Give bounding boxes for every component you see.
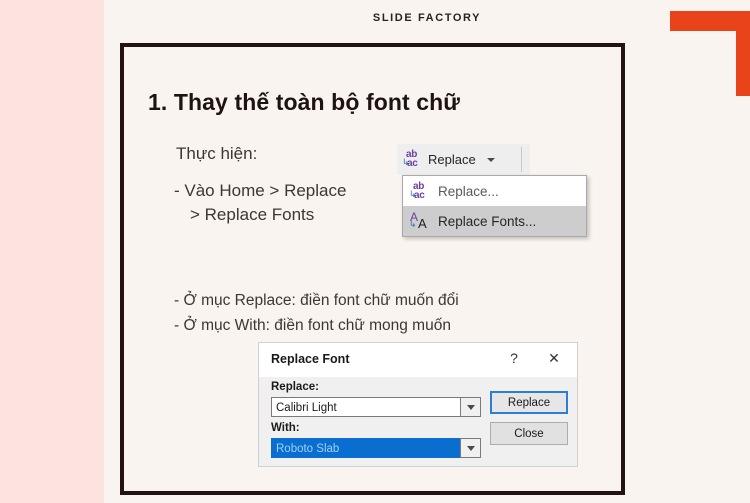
with-font-value[interactable]: Roboto Slab [271,438,460,458]
replace-abac-icon: ↳ ab ac [402,149,423,169]
menu-item-replace-fonts[interactable]: ↳ A A Replace Fonts... [403,206,586,236]
replace-font-combobox[interactable]: Calibri Light [271,397,481,417]
replace-fonts-aa-icon: ↳ A A [409,209,430,231]
replace-button-label: Replace [428,152,476,167]
dialog-title: Replace Font [271,352,350,366]
menu-item-replace[interactable]: ↳ ab ac Replace... [403,176,586,206]
replace-button[interactable]: ↳ ab ac Replace [397,144,516,175]
chevron-down-icon [466,404,475,410]
lead-text: Thực hiện: [176,144,258,163]
replace-font-dialog: Replace Font ? ✕ Replace: Calibri Light … [258,342,578,467]
slide-frame: 1. Thay thế toàn bộ font chữ Thực hiện: … [120,43,625,495]
chevron-down-icon[interactable] [486,157,495,162]
icon-ac-glyph: ac [407,158,418,169]
with-font-dropdown-arrow[interactable] [460,438,481,458]
help-icon[interactable]: ? [505,350,523,366]
step-item: - Vào Home > Replace [174,181,347,200]
note-item: - Ở mục Replace: điền font chữ muốn đổi [174,292,459,309]
menu-item-replace-label: Replace... [438,183,499,199]
icon-a-upper-glyph: A [410,209,419,224]
step-list: - Vào Home > Replace > Replace Fonts [174,179,346,227]
menu-item-replace-fonts-label: Replace Fonts... [438,213,537,229]
dialog-titlebar: Replace Font ? ✕ [259,343,577,377]
ribbon-separator [521,147,522,172]
replace-field-label: Replace: [271,381,319,393]
replace-abac-icon: ↳ ab ac [409,181,430,201]
replace-confirm-button[interactable]: Replace [490,391,568,414]
chevron-down-icon [466,445,475,451]
with-font-combobox[interactable]: Roboto Slab [271,438,481,458]
close-icon[interactable]: ✕ [545,350,563,367]
replace-font-value[interactable]: Calibri Light [271,397,460,417]
icon-a-lower-glyph: A [418,215,427,231]
brand-header: SLIDE FACTORY [372,12,482,24]
ribbon-replace-widget: ↳ ab ac Replace ↳ ab ac Replace... ↳ A A… [397,144,587,249]
orange-corner-decoration [670,11,750,96]
page-title: 1. Thay thế toàn bộ font chữ [148,89,461,115]
note-item: - Ở mục With: điền font chữ mong muốn [174,317,451,334]
replace-dropdown-menu: ↳ ab ac Replace... ↳ A A Replace Fonts..… [402,175,587,237]
close-button[interactable]: Close [490,422,568,445]
step-item: > Replace Fonts [190,205,315,224]
note-list: - Ở mục Replace: điền font chữ muốn đổi … [174,288,459,338]
orange-bar-vertical [736,11,750,96]
dialog-body: Replace: Calibri Light With: Roboto Slab… [259,377,577,467]
replace-font-dropdown-arrow[interactable] [460,397,481,417]
ribbon-strip [516,144,530,175]
with-field-label: With: [271,422,300,434]
icon-ac-glyph: ac [414,189,425,201]
